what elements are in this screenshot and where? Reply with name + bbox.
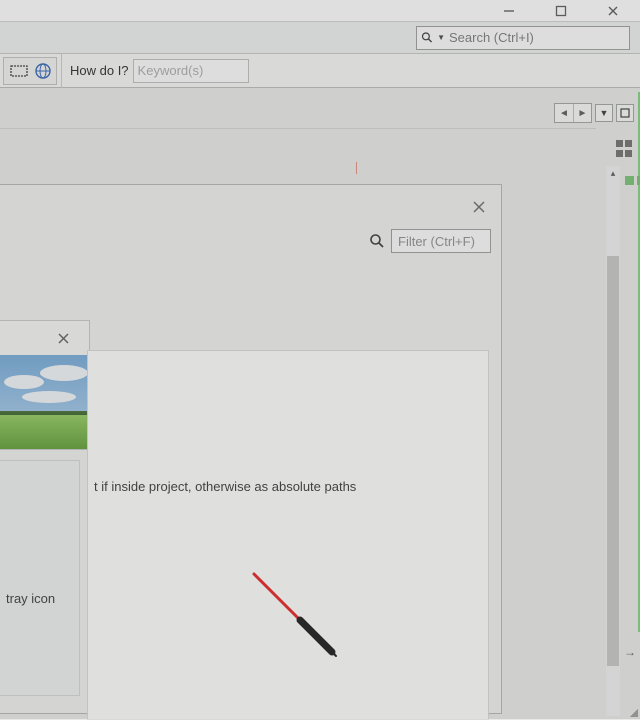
- separator: [61, 54, 62, 88]
- global-search-box[interactable]: ▼: [416, 26, 630, 50]
- minimize-button[interactable]: [494, 2, 524, 20]
- thumbnail-panel: [0, 320, 90, 450]
- thumbnail-close-button[interactable]: [58, 331, 69, 347]
- status-indicator: [625, 176, 634, 185]
- nav-back-button[interactable]: ◄: [555, 104, 573, 122]
- chevron-down-icon[interactable]: ▼: [437, 33, 445, 42]
- scroll-up-button[interactable]: ▴: [606, 166, 620, 180]
- filter-input[interactable]: [391, 229, 491, 253]
- toolbar-icon-group: [3, 57, 57, 85]
- view-nav-buttons: ◄ ► ▼: [0, 100, 636, 126]
- window-titlebar: [0, 0, 640, 22]
- details-pane: t if inside project, otherwise as absolu…: [87, 350, 489, 720]
- how-do-i-input[interactable]: [133, 59, 249, 83]
- chip-icon[interactable]: [8, 63, 30, 79]
- nav-dropdown-button[interactable]: ▼: [595, 104, 613, 122]
- vertical-scrollbar[interactable]: ▴: [606, 166, 620, 716]
- filter-search-icon: [369, 233, 385, 249]
- search-icon: [421, 31, 433, 44]
- landscape-thumbnail[interactable]: [0, 355, 88, 449]
- resize-grip[interactable]: [626, 705, 640, 719]
- nav-maximize-button[interactable]: [616, 104, 634, 122]
- help-toolbar: How do I?: [0, 54, 640, 88]
- scroll-thumb[interactable]: [607, 256, 619, 666]
- search-toolbar: ▼: [0, 22, 640, 54]
- grid-view-icon[interactable]: [616, 140, 634, 158]
- close-button[interactable]: [598, 2, 628, 20]
- maximize-button[interactable]: [546, 2, 576, 20]
- nav-back-forward: ◄ ►: [554, 103, 592, 123]
- tray-icon-label: tray icon: [6, 591, 55, 606]
- nav-forward-button[interactable]: ►: [573, 104, 591, 122]
- how-do-i-label: How do I?: [70, 63, 129, 78]
- expand-arrow-icon[interactable]: →: [624, 645, 636, 659]
- globe-icon[interactable]: [34, 62, 52, 80]
- path-description-text: t if inside project, otherwise as absolu…: [94, 479, 356, 494]
- panel-close-button[interactable]: [471, 199, 487, 215]
- tray-box: tray icon: [0, 460, 80, 696]
- global-search-input[interactable]: [449, 30, 625, 45]
